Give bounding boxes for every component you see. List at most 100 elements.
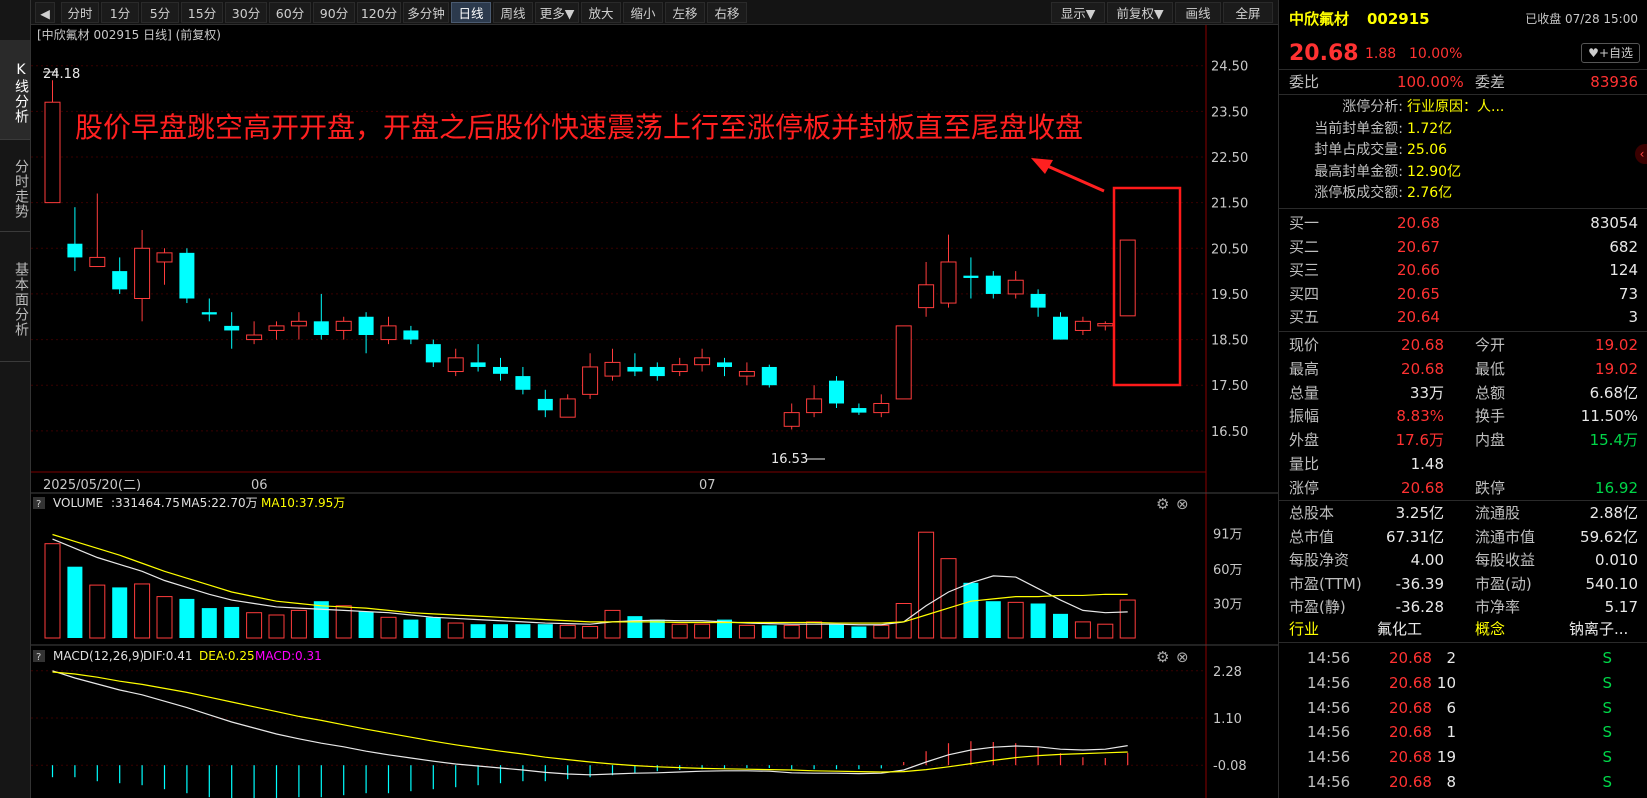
fundamental-label: 每股收益 [1475, 551, 1536, 570]
bid-price: 20.65 [1397, 284, 1440, 303]
volume-bar [761, 625, 777, 638]
adjust-mode-dropdown[interactable]: 前复权▼ [1107, 2, 1173, 23]
stat-label: 量比 [1289, 455, 1320, 473]
tab-kline-analysis[interactable]: K线分析 [0, 40, 30, 140]
gear-icon[interactable]: ⚙ [1156, 648, 1169, 666]
stat-label: 换手 [1475, 407, 1506, 426]
kline-chart[interactable]: [中欣氟材 002915 日线] (前复权) 24.50 23.50 22.50 21… [31, 25, 1278, 798]
gear-icon[interactable]: ⚙ [1156, 495, 1169, 513]
zoom-in-button[interactable]: 放大 [581, 2, 621, 23]
candle-body [806, 398, 823, 414]
tab-intraday-trend[interactable]: 分时走势 [0, 140, 30, 232]
add-watchlist-button[interactable]: ♥+自选 [1581, 43, 1640, 63]
chart-header: [中欣氟材 002915 日线] (前复权) [37, 27, 221, 42]
volume-bar [1074, 621, 1091, 639]
high-price-label: 24.18 [43, 67, 80, 82]
period-button-5min[interactable]: 5分 [141, 2, 179, 23]
period-toolbar: ◀ 分时 1分 5分 15分 30分 60分 90分 120分 多分钟 日线 周… [31, 0, 1278, 25]
move-left-button[interactable]: 左移 [665, 2, 705, 23]
macd-tick-label: 1.10 [1213, 712, 1242, 727]
price-tick-label: 17.50 [1211, 379, 1248, 394]
display-options-dropdown[interactable]: 显示▼ [1051, 2, 1105, 23]
volume-bar [179, 598, 195, 638]
annotation-arrow [1031, 158, 1105, 193]
bid-label: 买四 [1289, 284, 1320, 303]
candle-body [895, 325, 912, 400]
more-periods-dropdown[interactable]: 更多▼ [535, 2, 579, 23]
fullscreen-button[interactable]: 全屏 [1223, 2, 1273, 23]
fundamental-label: 市盈(TTM) [1289, 574, 1362, 593]
period-button-15min[interactable]: 15分 [181, 2, 223, 23]
volume-bar [1053, 613, 1068, 638]
trade-volume: 10 [1436, 673, 1456, 692]
limit-up-value: 2.76亿 [1407, 185, 1453, 201]
volume-bar [1007, 601, 1024, 639]
price-tick-label: 16.50 [1211, 425, 1248, 440]
candle-body [1119, 239, 1136, 317]
industry-label[interactable]: 行业 [1289, 618, 1319, 641]
trade-price: 20.68 [1389, 649, 1432, 667]
stock-name: 中欣氟材 [1289, 10, 1350, 28]
bid-label: 买二 [1289, 237, 1320, 256]
stat-row: 现价 20.68 今开 19.02 [1279, 334, 1647, 357]
back-arrow-icon[interactable]: ◀ [35, 2, 55, 23]
trade-side: S [1602, 773, 1612, 791]
stat-value: 17.6万 [1395, 431, 1444, 450]
volume-bar [246, 612, 263, 639]
period-button-30min[interactable]: 30分 [225, 2, 267, 23]
period-button-weekly[interactable]: 周线 [493, 2, 533, 23]
close-icon[interactable]: ⊗ [1176, 648, 1189, 666]
concept-value[interactable]: 钠离子... [1569, 618, 1628, 641]
fundamental-value: -36.39 [1395, 574, 1444, 593]
period-button-multi-min[interactable]: 多分钟 [403, 2, 449, 23]
candle-body [246, 334, 263, 341]
concept-label[interactable]: 概念 [1475, 618, 1505, 641]
fundamental-value: 2.88亿 [1589, 504, 1638, 522]
candle-body [985, 275, 1001, 294]
volume-bar [627, 616, 643, 638]
period-button-120min[interactable]: 120分 [357, 2, 401, 23]
trade-side: S [1602, 673, 1612, 692]
move-right-button[interactable]: 右移 [707, 2, 747, 23]
macd-series [51, 670, 1129, 798]
candle-body [89, 256, 106, 268]
trade-side: S [1602, 723, 1612, 742]
stat-value: 6.68亿 [1589, 383, 1638, 402]
stat-label: 内盘 [1475, 431, 1506, 450]
period-button-daily[interactable]: 日线 [451, 2, 491, 23]
bid-row: 买二 20.67 682 [1279, 236, 1647, 259]
volume-bar [112, 587, 128, 638]
trade-row: 14:56 20.68 1 S [1279, 721, 1647, 744]
candle-body [627, 366, 643, 372]
period-button-intraday[interactable]: 分时 [61, 2, 99, 23]
industry-value[interactable]: 氟化工 [1377, 618, 1422, 641]
period-button-1min[interactable]: 1分 [101, 2, 139, 23]
limit-up-label: 最高封单金额: [1314, 163, 1403, 180]
price-tick-label: 18.50 [1211, 334, 1248, 349]
close-icon[interactable]: ⊗ [1176, 495, 1189, 513]
draw-line-button[interactable]: 画线 [1175, 2, 1221, 23]
candle-body [1097, 323, 1114, 327]
candle-body [963, 275, 979, 278]
stat-value: 8.83% [1396, 407, 1444, 426]
fundamental-value: -36.28 [1395, 598, 1444, 617]
bid-price: 20.64 [1397, 308, 1440, 326]
fundamental-label: 流通股 [1475, 504, 1521, 522]
limit-up-value: 行业原因：人... [1407, 99, 1505, 115]
tab-fundamental-analysis[interactable]: 基本面分析 [0, 232, 30, 362]
volume-bar [201, 608, 217, 638]
stat-label: 涨停 [1289, 478, 1320, 497]
stat-label: 现价 [1289, 336, 1320, 354]
period-button-90min[interactable]: 90分 [313, 2, 355, 23]
market-status: 已收盘 07/28 15:00 [1525, 12, 1638, 26]
candle-body [783, 412, 800, 427]
zoom-out-button[interactable]: 缩小 [623, 2, 663, 23]
fundamental-label: 总市值 [1289, 527, 1335, 546]
trade-row: 14:56 20.68 10 S [1279, 672, 1647, 695]
candle-body [290, 320, 307, 327]
stat-label: 总额 [1475, 383, 1506, 402]
volume-bar [559, 624, 576, 639]
period-button-60min[interactable]: 60分 [269, 2, 311, 23]
bid-volume: 83054 [1590, 214, 1638, 232]
candle-body [582, 366, 599, 395]
